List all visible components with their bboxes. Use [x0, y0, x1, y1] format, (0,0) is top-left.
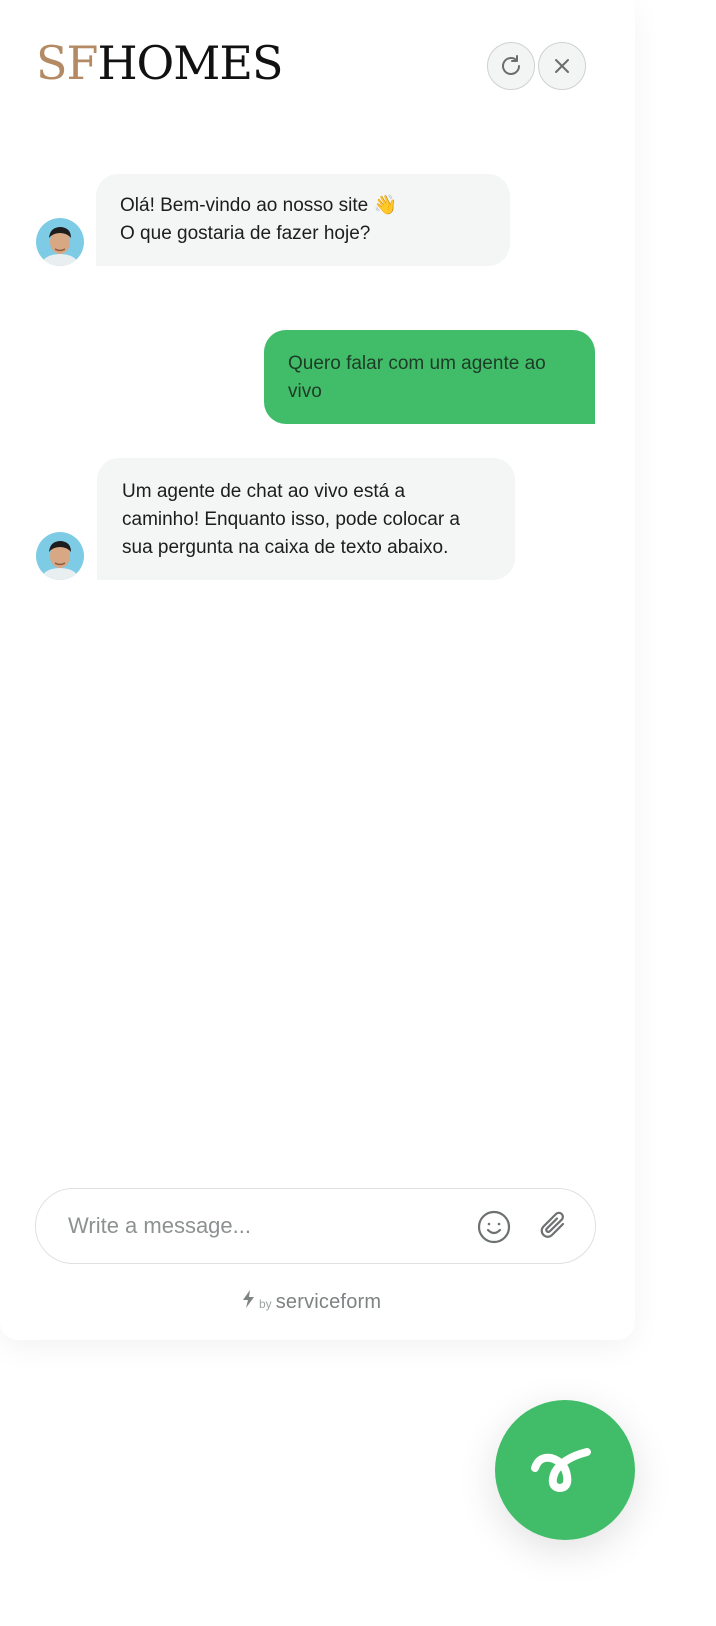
serviceform-logo-icon [531, 1448, 591, 1492]
message-input[interactable] [68, 1213, 448, 1239]
powered-by[interactable]: by serviceform [242, 1290, 381, 1314]
agent-avatar [36, 218, 84, 266]
message-line: sua pergunta na caixa de texto abaixo. [122, 537, 449, 558]
close-icon [555, 59, 569, 73]
user-message: Quero falar com um agente ao vivo [264, 330, 595, 424]
paperclip-icon[interactable] [536, 1209, 572, 1245]
logo-sf: SF [36, 36, 98, 90]
serviceform-brand: serviceform [275, 1291, 382, 1313]
logo-homes: HOMES [97, 36, 283, 90]
powered-by-label: by [259, 1297, 272, 1311]
refresh-button[interactable] [487, 42, 535, 90]
message-line: Quero falar com um agente ao [288, 353, 546, 374]
message-line: caminho! Enquanto isso, pode colocar a [122, 509, 460, 530]
emoji-icon[interactable] [476, 1209, 512, 1245]
message-composer [35, 1188, 596, 1264]
chat-widget: SF HOMES Olá! Bem-vindo ao nosso site 👋 … [0, 0, 635, 1340]
bot-message: Um agente de chat ao vivo está a caminho… [97, 458, 515, 580]
message-line: O que gostaria de fazer hoje? [120, 223, 371, 244]
agent-avatar [36, 532, 84, 580]
chat-launcher-button[interactable] [495, 1400, 635, 1540]
message-line: Olá! Bem-vindo ao nosso site 👋 [120, 195, 398, 216]
refresh-icon [502, 55, 520, 75]
bot-message: Olá! Bem-vindo ao nosso site 👋 O que gos… [96, 174, 510, 266]
message-line: vivo [288, 381, 322, 402]
message-line: Um agente de chat ao vivo está a [122, 481, 406, 502]
brand-logo: SF HOMES [36, 36, 283, 90]
close-button[interactable] [538, 42, 586, 90]
bolt-icon [243, 1290, 254, 1308]
